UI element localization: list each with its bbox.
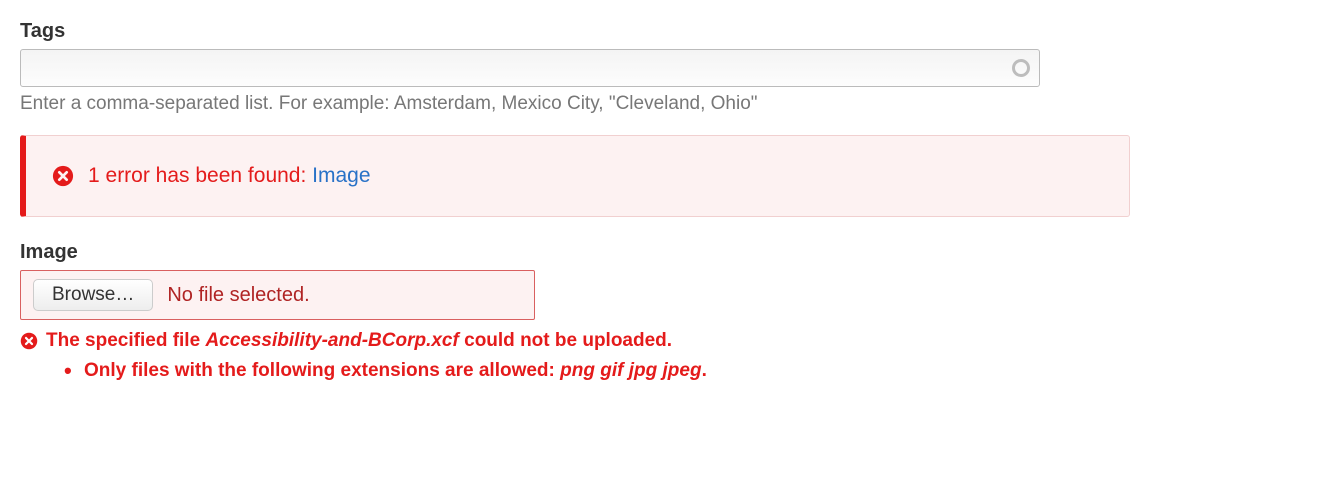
error-image-link[interactable]: Image bbox=[312, 164, 370, 187]
file-status-text: No file selected. bbox=[167, 284, 309, 307]
file-error-text: The specified file Accessibility-and-BCo… bbox=[46, 330, 672, 352]
tags-help-text: Enter a comma-separated list. For exampl… bbox=[20, 93, 1320, 115]
tags-field: Tags Enter a comma-separated list. For e… bbox=[20, 20, 1320, 115]
error-prefix: 1 error has been found: bbox=[88, 164, 312, 187]
tags-input[interactable] bbox=[20, 49, 1040, 87]
sub-error-suffix: . bbox=[702, 360, 707, 381]
file-input-box: Browse… No file selected. bbox=[20, 270, 535, 320]
error-filename: Accessibility-and-BCorp.xcf bbox=[205, 330, 458, 351]
sub-error-prefix: Only files with the following extensions… bbox=[84, 360, 560, 381]
image-field: Image Browse… No file selected. The spec… bbox=[20, 241, 1320, 382]
error-prefix-text: The specified file bbox=[46, 330, 205, 351]
allowed-extensions: png gif jpg jpeg bbox=[560, 360, 701, 381]
error-banner: 1 error has been found: Image bbox=[20, 135, 1130, 217]
error-detail-list: Only files with the following extensions… bbox=[20, 360, 1320, 382]
error-icon bbox=[20, 332, 38, 350]
browse-button[interactable]: Browse… bbox=[33, 279, 153, 311]
error-detail-item: Only files with the following extensions… bbox=[64, 360, 1320, 382]
error-icon bbox=[52, 165, 74, 187]
error-banner-text: 1 error has been found: Image bbox=[88, 164, 371, 188]
loading-spinner-icon bbox=[1012, 59, 1030, 77]
tags-input-wrapper bbox=[20, 49, 1040, 87]
error-suffix-text: could not be uploaded. bbox=[459, 330, 672, 351]
image-label: Image bbox=[20, 241, 1320, 264]
tags-label: Tags bbox=[20, 20, 1320, 43]
file-error-message: The specified file Accessibility-and-BCo… bbox=[20, 330, 1320, 352]
